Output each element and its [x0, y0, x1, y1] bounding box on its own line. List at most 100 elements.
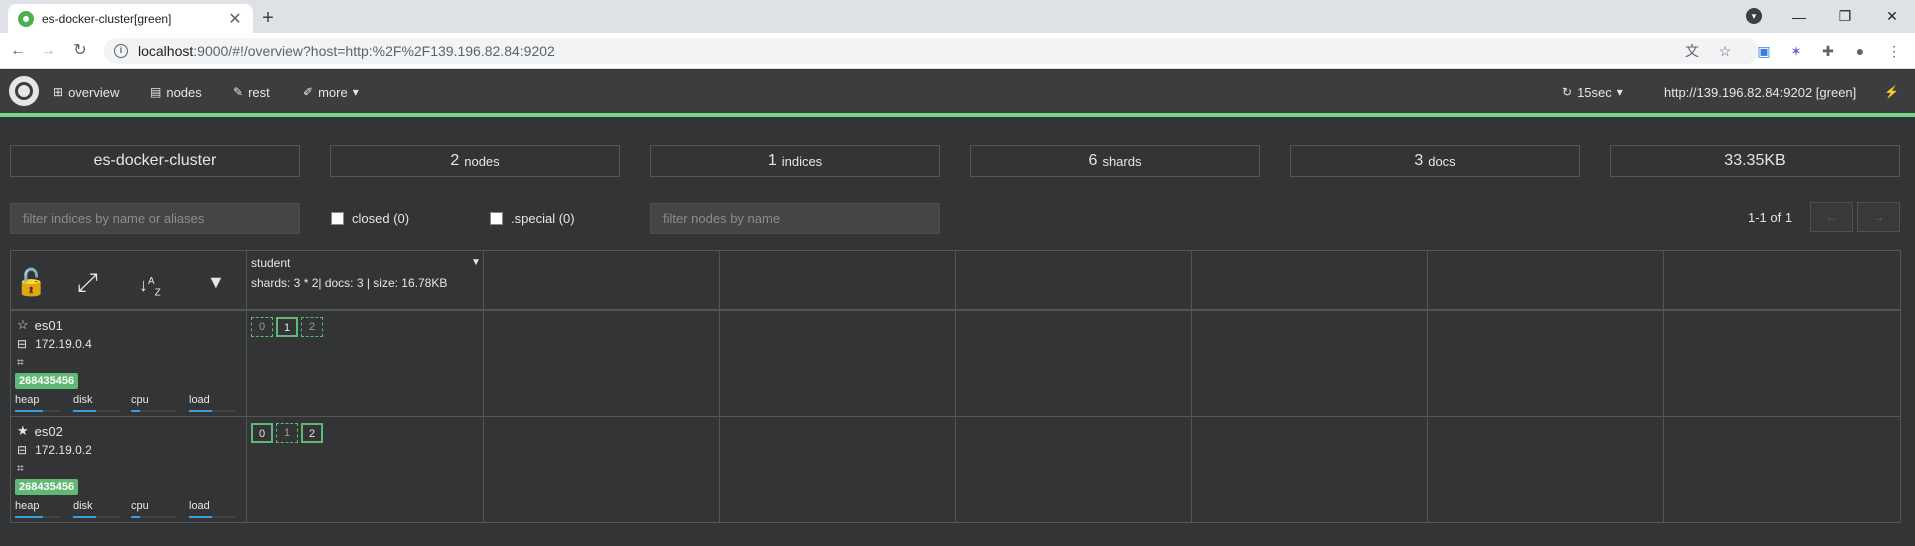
nav-nodes[interactable]: ▤ nodes — [150, 83, 202, 101]
cluster-host[interactable]: http://139.196.82.84:9202 [green] — [1664, 83, 1856, 101]
site-info-icon[interactable]: i — [114, 44, 128, 58]
nav-overview[interactable]: ⊞ overview — [53, 83, 119, 101]
back-icon[interactable]: ← — [6, 39, 30, 63]
node-es02-ip: ⊟ 172.19.0.2 — [17, 443, 92, 457]
app-navbar: ⊞ overview ▤ nodes ✎ rest ✐ more ▾ ↻ 15s… — [0, 70, 1915, 113]
extensions-puzzle-icon[interactable]: ✚ — [1818, 41, 1838, 61]
stat-docs: 3 docs — [1290, 145, 1580, 177]
sort-alpha-icon[interactable]: ↓AZ — [139, 267, 161, 309]
browser-tab-strip: es-docker-cluster[green] ✕ + ▾ — ❐ ✕ — [0, 0, 1915, 33]
cluster-status-bar — [0, 113, 1915, 117]
node-es02-badge: 268435456 — [15, 479, 79, 495]
metric-cpu: cpu — [131, 394, 149, 406]
stat-nodes: 2 nodes — [330, 145, 620, 177]
nav-rest[interactable]: ✎ rest — [233, 83, 270, 101]
filter-indices-input[interactable]: filter indices by name or aliases — [10, 203, 300, 234]
stat-shards: 6 shards — [970, 145, 1260, 177]
forward-icon[interactable]: → — [36, 39, 60, 63]
extension-2-icon[interactable]: ✶ — [1786, 41, 1806, 61]
node-es01-ip: ⊟ 172.19.0.4 — [17, 337, 92, 351]
server-icon: ▤ — [150, 85, 162, 99]
tab-title: es-docker-cluster[green] — [42, 11, 172, 26]
new-tab-button[interactable]: + — [255, 5, 281, 31]
closed-label: closed (0) — [352, 211, 410, 226]
closed-checkbox[interactable]: closed (0) — [331, 211, 409, 226]
elasticsearch-head-favicon-icon — [18, 10, 34, 27]
caret-down-icon: ▾ — [1616, 85, 1623, 99]
metric-heap: heap — [15, 500, 40, 512]
cluster-overview-grid: 🔓 ⤢ ↓AZ ▼ student ▼ shards: 3 * 2| docs:… — [10, 250, 1901, 523]
metric-load: load — [189, 500, 210, 512]
metric-bar-disk — [73, 516, 119, 518]
pager-text: 1-1 of 1 — [1748, 210, 1793, 225]
profile-menu-icon[interactable]: ▾ — [1746, 8, 1762, 24]
edit-icon: ✎ — [233, 85, 244, 99]
metric-bar-cpu — [131, 410, 177, 412]
metric-bar-load — [189, 516, 235, 518]
metric-bar-cpu — [131, 516, 177, 518]
crop-icon: ⌗ — [17, 355, 24, 369]
url-text: localhost:9000/#!/overview?host=http:%2F… — [138, 43, 555, 59]
crop-icon: ⌗ — [17, 461, 24, 475]
shard-primary[interactable]: 0 — [251, 423, 273, 443]
pager-next-button[interactable]: → — [1857, 202, 1900, 232]
close-window-icon[interactable]: ✕ — [1869, 0, 1915, 33]
node-es01[interactable]: ☆ es01 — [17, 317, 63, 333]
refresh-icon: ↻ — [1562, 85, 1573, 99]
nav-overview-label: overview — [68, 84, 120, 100]
shard-replica[interactable]: 0 — [251, 317, 273, 337]
nav-rest-label: rest — [248, 84, 270, 100]
wrench-icon: ✐ — [303, 85, 314, 99]
shard-primary[interactable]: 1 — [276, 317, 298, 337]
checkbox-box[interactable] — [331, 212, 344, 225]
stat-cluster-name: es-docker-cluster — [10, 145, 300, 177]
hdd-icon: ⊟ — [17, 443, 28, 457]
caret-down-icon[interactable]: ▼ — [207, 267, 225, 297]
minimize-icon[interactable]: — — [1776, 0, 1822, 33]
index-info: shards: 3 * 2| docs: 3 | size: 16.78KB — [251, 276, 448, 290]
reload-icon[interactable]: ↻ — [68, 39, 92, 63]
expand-icon[interactable]: ⤢ — [77, 267, 98, 297]
node-es01-badge: 268435456 — [15, 373, 79, 389]
metric-bar-heap — [15, 410, 61, 412]
star-filled-icon: ★ — [17, 423, 29, 438]
shard-primary[interactable]: 2 — [301, 423, 323, 443]
node-es02[interactable]: ★ es02 — [17, 423, 63, 439]
filter-nodes-input[interactable]: filter nodes by name — [650, 203, 940, 234]
restore-icon[interactable]: ❐ — [1822, 0, 1868, 33]
index-menu-caret-icon[interactable]: ▼ — [471, 257, 481, 268]
sitemap-icon: ⊞ — [53, 85, 64, 99]
nav-nodes-label: nodes — [166, 84, 202, 100]
cluster-host-label: http://139.196.82.84:9202 [green] — [1664, 84, 1857, 100]
shard-replica[interactable]: 2 — [301, 317, 323, 337]
extension-icon[interactable]: ▣ — [1754, 41, 1774, 61]
hdd-icon: ⊟ — [17, 337, 28, 351]
browser-menu-icon[interactable]: ⋮ — [1884, 41, 1904, 61]
index-name[interactable]: student — [251, 256, 290, 270]
metric-cpu: cpu — [131, 500, 149, 512]
metric-bar-heap — [15, 516, 61, 518]
metric-load: load — [189, 394, 210, 406]
checkbox-box[interactable] — [490, 212, 503, 225]
connect-plug-icon[interactable]: ⚡ — [1884, 83, 1899, 101]
star-outline-icon: ☆ — [17, 317, 29, 332]
unlock-icon[interactable]: 🔓 — [15, 267, 47, 297]
metric-disk: disk — [73, 500, 93, 512]
metric-heap: heap — [15, 394, 40, 406]
address-bar[interactable]: i localhost:9000/#!/overview?host=http:%… — [104, 38, 1759, 64]
profile-avatar-icon[interactable]: ● — [1850, 41, 1870, 61]
special-checkbox[interactable]: .special (0) — [490, 211, 575, 226]
refresh-interval-dropdown[interactable]: ↻ 15sec ▾ — [1562, 83, 1623, 101]
stat-size: 33.35KB — [1610, 145, 1900, 177]
special-label: .special (0) — [511, 211, 575, 226]
browser-tab[interactable]: es-docker-cluster[green] ✕ — [8, 4, 253, 33]
pager-prev-button[interactable]: ← — [1810, 202, 1853, 232]
shard-replica[interactable]: 1 — [276, 423, 298, 443]
nav-more[interactable]: ✐ more ▾ — [303, 83, 359, 101]
close-tab-icon[interactable]: ✕ — [227, 9, 243, 29]
browser-toolbar: ← → ↻ i localhost:9000/#!/overview?host=… — [0, 33, 1915, 69]
translate-icon[interactable]: 文 — [1682, 41, 1702, 61]
metric-bar-load — [189, 410, 235, 412]
metric-bar-disk — [73, 410, 119, 412]
bookmark-star-icon[interactable]: ☆ — [1715, 41, 1735, 61]
